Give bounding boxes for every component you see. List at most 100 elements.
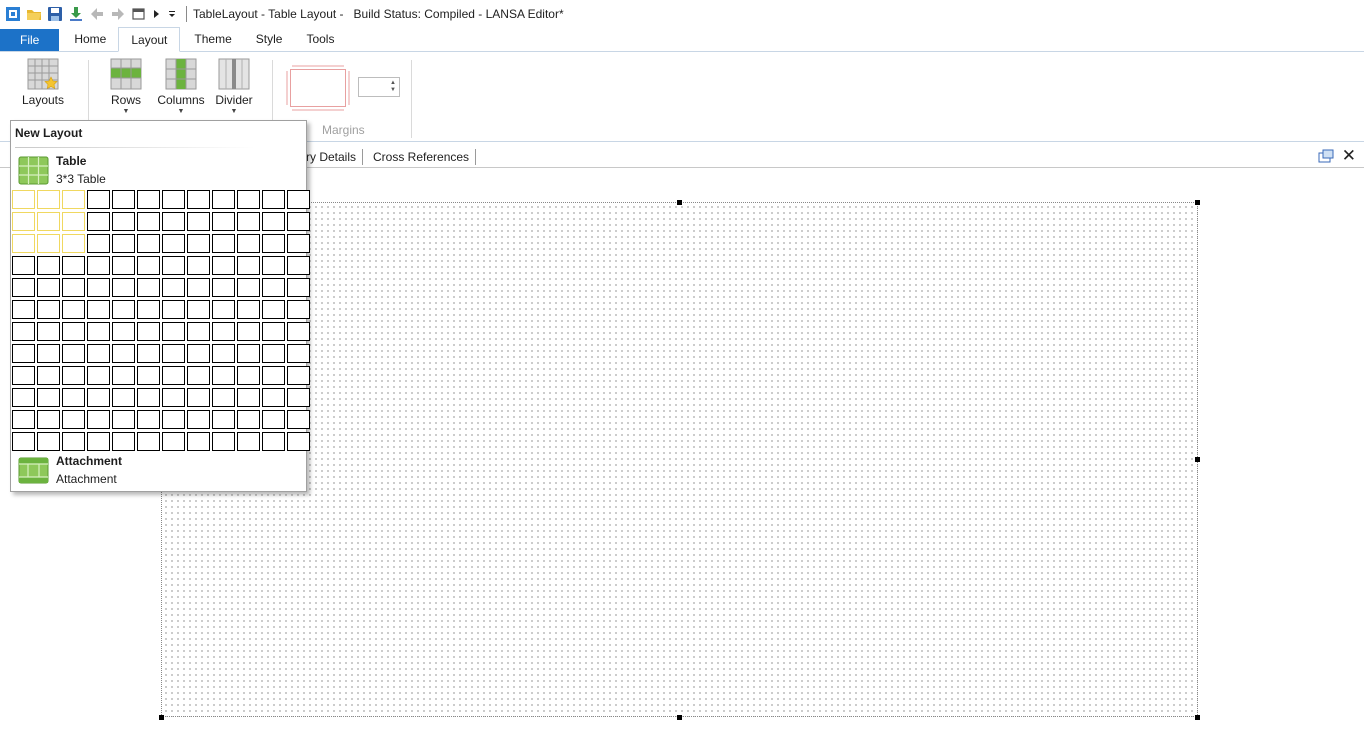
grid-cell[interactable] <box>137 234 160 253</box>
customize-icon[interactable] <box>166 5 178 23</box>
play-icon[interactable] <box>151 5 163 23</box>
grid-cell[interactable] <box>12 256 35 275</box>
grid-cell[interactable] <box>12 410 35 429</box>
grid-cell[interactable] <box>37 388 60 407</box>
grid-cell[interactable] <box>62 256 85 275</box>
grid-cell[interactable] <box>262 388 285 407</box>
resize-handle[interactable] <box>1195 457 1200 462</box>
grid-cell[interactable] <box>37 322 60 341</box>
tab-style[interactable]: Style <box>244 27 295 51</box>
grid-cell[interactable] <box>12 432 35 451</box>
grid-cell[interactable] <box>12 234 35 253</box>
resize-handle[interactable] <box>159 715 164 720</box>
layouts-button[interactable]: Layouts <box>20 58 66 107</box>
grid-cell[interactable] <box>62 190 85 209</box>
grid-cell[interactable] <box>12 300 35 319</box>
grid-cell[interactable] <box>12 322 35 341</box>
grid-cell[interactable] <box>112 234 135 253</box>
tab-repository-details[interactable]: ry Details <box>306 149 364 165</box>
grid-cell[interactable] <box>187 278 210 297</box>
grid-cell[interactable] <box>262 366 285 385</box>
grid-cell[interactable] <box>187 432 210 451</box>
grid-cell[interactable] <box>212 278 235 297</box>
grid-cell[interactable] <box>237 322 260 341</box>
grid-cell[interactable] <box>137 300 160 319</box>
grid-cell[interactable] <box>62 388 85 407</box>
grid-cell[interactable] <box>162 234 185 253</box>
grid-cell[interactable] <box>262 190 285 209</box>
grid-cell[interactable] <box>137 432 160 451</box>
grid-cell[interactable] <box>237 256 260 275</box>
grid-cell[interactable] <box>287 234 310 253</box>
grid-cell[interactable] <box>212 366 235 385</box>
grid-cell[interactable] <box>162 300 185 319</box>
grid-cell[interactable] <box>137 212 160 231</box>
grid-cell[interactable] <box>62 366 85 385</box>
grid-cell[interactable] <box>112 300 135 319</box>
grid-cell[interactable] <box>262 344 285 363</box>
tab-theme[interactable]: Theme <box>180 27 243 51</box>
grid-cell[interactable] <box>12 190 35 209</box>
tab-home[interactable]: Home <box>62 27 118 51</box>
grid-cell[interactable] <box>12 388 35 407</box>
grid-cell[interactable] <box>162 366 185 385</box>
tab-file[interactable]: File <box>0 29 60 51</box>
grid-cell[interactable] <box>87 190 110 209</box>
table-size-grid[interactable] <box>12 190 310 451</box>
grid-cell[interactable] <box>62 278 85 297</box>
grid-cell[interactable] <box>287 410 310 429</box>
grid-cell[interactable] <box>162 322 185 341</box>
grid-cell[interactable] <box>212 234 235 253</box>
grid-cell[interactable] <box>287 344 310 363</box>
grid-cell[interactable] <box>287 190 310 209</box>
grid-cell[interactable] <box>137 256 160 275</box>
grid-cell[interactable] <box>112 322 135 341</box>
download-icon[interactable] <box>67 5 85 23</box>
grid-cell[interactable] <box>62 234 85 253</box>
margin-spinner[interactable]: ▲ ▼ <box>358 77 400 97</box>
grid-cell[interactable] <box>162 256 185 275</box>
grid-cell[interactable] <box>37 410 60 429</box>
grid-cell[interactable] <box>37 366 60 385</box>
table-layout-item[interactable]: Table 3*3 Table <box>18 154 298 188</box>
grid-cell[interactable] <box>112 432 135 451</box>
grid-cell[interactable] <box>237 190 260 209</box>
grid-cell[interactable] <box>187 212 210 231</box>
grid-cell[interactable] <box>237 432 260 451</box>
grid-cell[interactable] <box>162 388 185 407</box>
grid-cell[interactable] <box>12 344 35 363</box>
grid-cell[interactable] <box>187 410 210 429</box>
grid-cell[interactable] <box>137 366 160 385</box>
grid-cell[interactable] <box>62 212 85 231</box>
tab-layout[interactable]: Layout <box>118 27 181 52</box>
grid-cell[interactable] <box>212 432 235 451</box>
grid-cell[interactable] <box>12 212 35 231</box>
grid-cell[interactable] <box>137 344 160 363</box>
design-canvas[interactable] <box>161 202 1198 717</box>
grid-cell[interactable] <box>62 322 85 341</box>
grid-cell[interactable] <box>287 388 310 407</box>
grid-cell[interactable] <box>112 366 135 385</box>
grid-cell[interactable] <box>187 388 210 407</box>
grid-cell[interactable] <box>237 366 260 385</box>
grid-cell[interactable] <box>162 212 185 231</box>
grid-cell[interactable] <box>162 278 185 297</box>
grid-cell[interactable] <box>212 344 235 363</box>
grid-cell[interactable] <box>87 256 110 275</box>
grid-cell[interactable] <box>287 278 310 297</box>
grid-cell[interactable] <box>162 432 185 451</box>
grid-cell[interactable] <box>262 410 285 429</box>
grid-cell[interactable] <box>212 388 235 407</box>
grid-cell[interactable] <box>212 256 235 275</box>
forward-icon[interactable] <box>109 5 127 23</box>
grid-cell[interactable] <box>112 256 135 275</box>
grid-cell[interactable] <box>187 366 210 385</box>
rows-dropdown-icon[interactable]: ▼ <box>123 108 130 116</box>
grid-cell[interactable] <box>12 366 35 385</box>
grid-cell[interactable] <box>237 344 260 363</box>
grid-cell[interactable] <box>62 300 85 319</box>
window-icon[interactable] <box>130 5 148 23</box>
resize-handle[interactable] <box>1195 715 1200 720</box>
save-icon[interactable] <box>46 5 64 23</box>
columns-button[interactable]: Columns ▼ <box>155 58 207 116</box>
